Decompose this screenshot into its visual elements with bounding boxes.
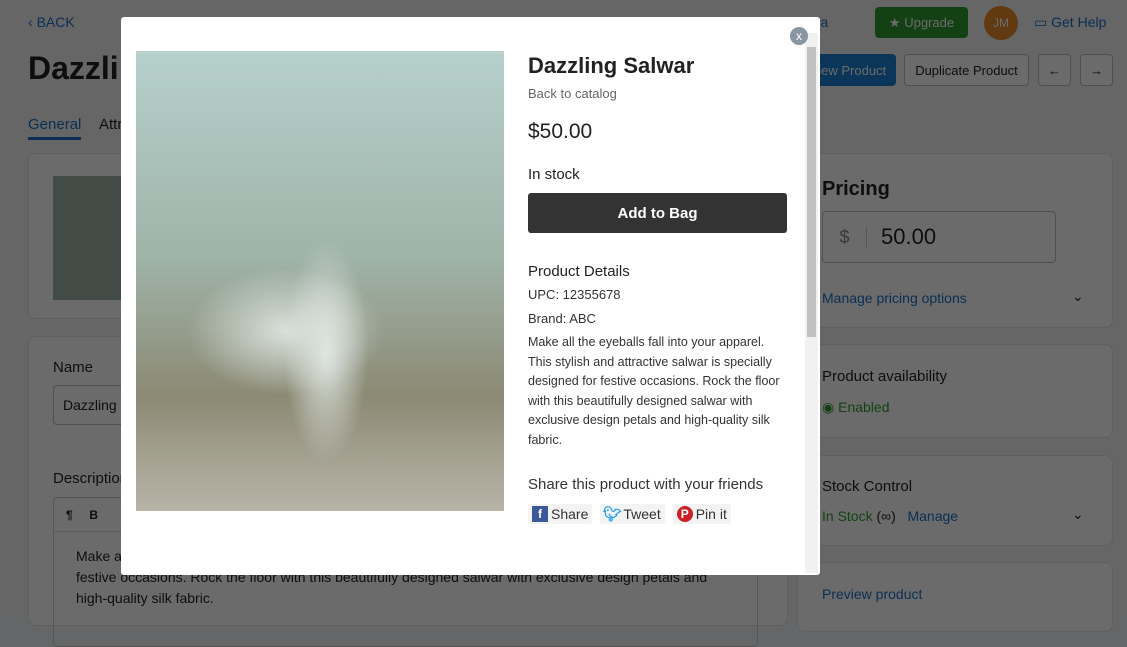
twitter-tweet-button[interactable]: 🐦︎ Tweet [600,504,665,524]
help-label: Get Help [1051,14,1107,30]
tweet-label: Tweet [623,506,661,522]
upc: UPC: 12355678 [528,287,621,302]
stock-infinity: (∞) [876,508,896,524]
price-value: 50.00 [881,224,937,249]
add-to-bag-button[interactable]: Add to Bag [528,193,787,233]
modal-price: $50.00 [528,120,593,143]
preview-product-link[interactable]: Preview product [822,586,922,602]
duplicate-product-button[interactable]: Duplicate Product [904,54,1029,86]
back-to-catalog-link[interactable]: Back to catalog [528,86,617,101]
star-icon: ★ [888,14,905,30]
manage-pricing-link[interactable]: Manage pricing options [822,290,967,306]
pricing-title: Pricing [822,178,890,200]
manage-stock-link[interactable]: Manage [907,508,958,524]
modal-scrollbar[interactable] [805,33,818,573]
tab-general[interactable]: General [28,116,82,140]
quick-view-modal: Dazzling Salwar Back to catalog $50.00 I… [121,17,820,575]
pin-label: Pin it [695,506,727,522]
back-label: BACK [36,14,75,30]
modal-title: Dazzling Salwar [528,53,695,78]
stock-title: Stock Control [822,478,913,495]
currency-symbol: $ [823,226,867,248]
brand: Brand: ABC [528,311,596,326]
close-icon[interactable]: x [790,27,808,45]
availability-status: Enabled [838,399,890,415]
modal-description: Make all the eyeballs fall into your app… [528,335,780,447]
next-arrow-icon[interactable]: → [1080,54,1113,86]
chevron-down-icon[interactable]: ⌄ [1072,288,1084,305]
avatar[interactable]: JM [984,6,1018,40]
availability-title: Product availability [822,368,948,385]
availability-card: Product availability ◉ Enabled [797,344,1113,438]
pinterest-icon: P [676,506,693,522]
facebook-icon: f [532,506,548,522]
pricing-card: Pricing $50.00 Manage pricing options ⌄ [797,153,1113,328]
price-input[interactable]: $50.00 [822,211,1056,263]
name-label: Name [53,359,94,376]
back-link[interactable]: ‹ BACK [28,14,75,30]
bold-icon[interactable]: B [89,508,98,522]
toggle-icon: ◉ [822,399,839,415]
get-help-link[interactable]: ▭ Get Help [1034,14,1106,31]
share-title: Share this product with your friends [528,476,764,493]
description-label: Description [53,470,129,487]
share-label: Share [551,506,589,522]
paragraph-icon[interactable]: ¶ [66,508,73,522]
upgrade-label: Upgrade [904,15,955,30]
availability-toggle[interactable]: ◉ Enabled [822,399,890,416]
upgrade-button[interactable]: ★ Upgrade [875,7,968,38]
product-photo [136,51,504,511]
scrollbar-thumb[interactable] [807,47,816,337]
pinterest-pin-button[interactable]: P Pin it [672,504,731,524]
facebook-share-button[interactable]: f Share [528,504,593,524]
prev-arrow-icon[interactable]: ← [1038,54,1071,86]
product-thumbnail[interactable] [53,176,123,300]
preview-card: Preview product [797,562,1113,632]
chat-icon: ▭ [1034,14,1052,30]
stock-status: In stock [528,166,580,183]
product-details-title: Product Details [528,263,630,280]
twitter-icon: 🐦︎ [602,506,622,523]
stock-status: In Stock [822,508,873,524]
stock-card: Stock Control In Stock (∞) Manage ⌄ [797,455,1113,546]
chevron-down-icon[interactable]: ⌄ [1072,506,1084,523]
